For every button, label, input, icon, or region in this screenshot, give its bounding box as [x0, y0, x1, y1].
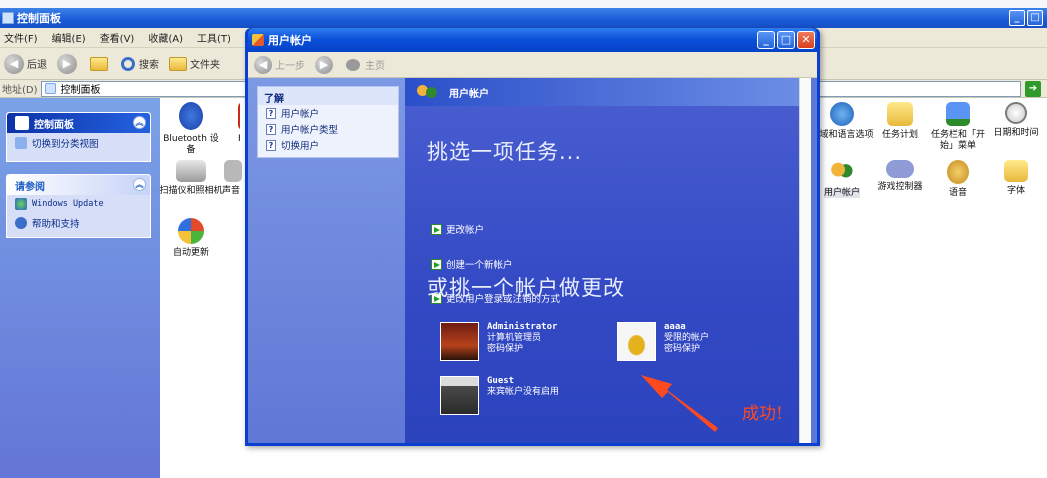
annotation-arrow: [641, 375, 718, 432]
success-annotation: 成功!: [742, 404, 783, 424]
